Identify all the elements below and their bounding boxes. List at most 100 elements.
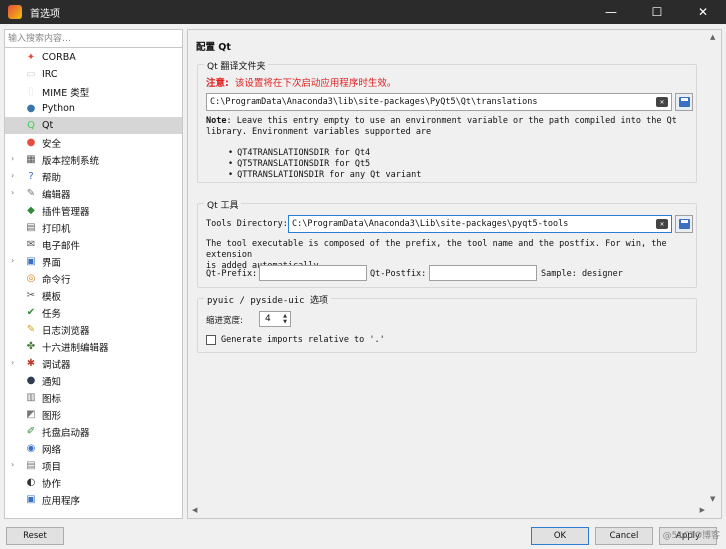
sidebar-item[interactable]: ◩ 图形 [5,406,182,423]
sidebar-item[interactable]: › ▤ 项目 [5,457,182,474]
sidebar-item[interactable]: ✐ 托盘启动器 [5,423,182,440]
sidebar-item[interactable]: ▤ 打印机 [5,219,182,236]
scroll-left-icon[interactable]: ◀ [192,506,197,514]
sidebar-item[interactable]: › ▣ 界面 [5,253,182,270]
sidebar-item-label: 项目 [42,461,62,473]
plugin-icon: ◆ [27,205,35,216]
sidebar-item-label: 电子邮件 [42,240,81,252]
application-icon: ▣ [26,494,36,505]
maximize-button[interactable]: ☐ [634,0,680,24]
browse-translations-button[interactable] [675,93,693,111]
list-item: QTTRANSLATIONSDIR for any Qt variant [228,170,421,181]
printer-icon: ▤ [26,222,36,233]
sidebar-item[interactable]: ✂ 模板 [5,287,182,304]
sidebar-item[interactable]: ✦ CORBA [5,49,182,66]
minimize-button[interactable]: — [588,0,634,24]
icons-icon: ▥ [26,392,36,403]
graphics-icon: ◩ [26,409,36,420]
restart-note: 注意: 该设置将在下次启动应用程序时生效。 [206,78,397,89]
sidebar-item-label: 应用程序 [42,495,81,507]
search-input[interactable] [5,30,182,48]
sidebar-item-label: Qt [42,120,54,131]
sidebar-item-label: 图形 [42,410,62,422]
generate-imports-checkbox[interactable] [206,335,216,345]
mime-icon: ▯ [28,86,34,97]
sidebar-item[interactable]: ✉ 电子邮件 [5,236,182,253]
qt-icon: Q [27,120,35,131]
sidebar-item-label: 打印机 [42,223,71,235]
ok-button[interactable]: OK [531,527,589,545]
shell-icon: ◎ [26,273,36,284]
sidebar-item[interactable]: ◉ 网络 [5,440,182,457]
sidebar-item[interactable]: Q Qt [5,117,182,134]
sidebar-item-label: 版本控制系统 [42,155,100,167]
browse-tools-button[interactable] [675,215,693,233]
sidebar-item[interactable]: ✤ 十六进制编辑器 [5,338,182,355]
tools-group: Qt 工具 Tools Directory: C:\ProgramData\An… [197,198,697,288]
expand-arrow-icon[interactable]: › [11,188,14,197]
editor-icon: ✎ [26,188,36,199]
close-button[interactable]: ✕ [680,0,726,24]
sidebar-item[interactable]: ▥ 图标 [5,389,182,406]
sidebar-item[interactable]: ● 安全 [5,134,182,151]
sidebar-item[interactable]: ✎ 日志浏览器 [5,321,182,338]
sidebar-item-label: 界面 [42,257,62,269]
sidebar-item[interactable]: ● 通知 [5,372,182,389]
pyuic-group: pyuic / pyside-uic 选项 缩进宽度: 4 ▲ ▼ Generat… [197,293,697,353]
page-title: 配置 Qt [196,42,231,53]
sidebar-item[interactable]: ▯ MIME 类型 [5,83,182,100]
translations-path-input[interactable]: C:\ProgramData\Anaconda3\lib\site-packag… [206,93,672,111]
project-icon: ▤ [26,460,36,471]
sidebar-item[interactable]: ● Python [5,100,182,117]
sidebar-item[interactable]: ◎ 命令行 [5,270,182,287]
clear-icon[interactable]: ✕ [656,219,668,229]
sidebar-item[interactable]: › ▦ 版本控制系统 [5,151,182,168]
tools-dir-input[interactable]: C:\ProgramData\Anaconda3\Lib\site-packag… [288,215,672,233]
python-icon: ● [26,103,36,114]
prefix-input[interactable] [259,265,367,281]
postfix-input[interactable] [429,265,537,281]
scroll-down-icon[interactable]: ▼ [710,495,715,503]
expand-arrow-icon[interactable]: › [11,171,14,180]
cancel-button[interactable]: Cancel [595,527,653,545]
sidebar-item[interactable]: › ✎ 编辑器 [5,185,182,202]
clear-icon[interactable]: ✕ [656,97,668,107]
expand-arrow-icon[interactable]: › [11,460,14,469]
scroll-up-icon[interactable]: ▲ [710,33,715,41]
tools-legend: Qt 工具 [204,198,242,211]
network-icon: ◉ [26,443,36,454]
indent-width-spinbox[interactable]: 4 ▲ ▼ [259,311,291,327]
debugger-icon: ✱ [26,358,36,369]
log-icon: ✎ [26,324,36,335]
spin-arrows-icon[interactable]: ▲ ▼ [281,313,289,325]
sidebar-item-label: 任务 [42,308,62,320]
sidebar-item-label: MIME 类型 [42,87,90,99]
window-title: 首选项 [30,8,60,20]
translations-legend: Qt 翻译文件夹 [204,59,269,72]
sidebar-item[interactable]: ◐ 协作 [5,474,182,491]
generate-imports-label: Generate imports relative to '.' [221,335,385,345]
sidebar-item[interactable]: ▣ 应用程序 [5,491,182,508]
sidebar-item-label: 帮助 [42,172,62,184]
sidebar-item[interactable]: ›? 帮助 [5,168,182,185]
vertical-scrollbar[interactable]: ▲ ▼ [707,31,720,505]
app-icon [8,5,22,19]
pyuic-legend: pyuic / pyside-uic 选项 [204,293,331,306]
horizontal-scrollbar[interactable]: ◀ ▶ [189,505,708,517]
sidebar-item[interactable]: ✔ 任务 [5,304,182,321]
reset-button[interactable]: Reset [6,527,64,545]
sidebar-item[interactable]: › ✱ 调试器 [5,355,182,372]
category-tree: ✦ CORBA ▭ IRC ▯ MIME 类型 ● Python Q Qt ● 安全 › ▦ 版本控制系统 ›… [5,49,182,508]
watermark: @51CTO博客 [662,531,720,541]
sidebar-item[interactable]: ▭ IRC [5,66,182,83]
irc-icon: ▭ [26,69,36,80]
template-icon: ✂ [26,290,36,301]
indent-label: 缩进宽度: [206,316,243,326]
sample-text: Sample: designer [541,269,623,279]
scroll-right-icon[interactable]: ▶ [700,506,705,514]
expand-arrow-icon[interactable]: › [11,256,14,265]
sidebar-item[interactable]: ◆ 插件管理器 [5,202,182,219]
sidebar-item-label: 编辑器 [42,189,71,201]
expand-arrow-icon[interactable]: › [11,358,14,367]
expand-arrow-icon[interactable]: › [11,154,14,163]
